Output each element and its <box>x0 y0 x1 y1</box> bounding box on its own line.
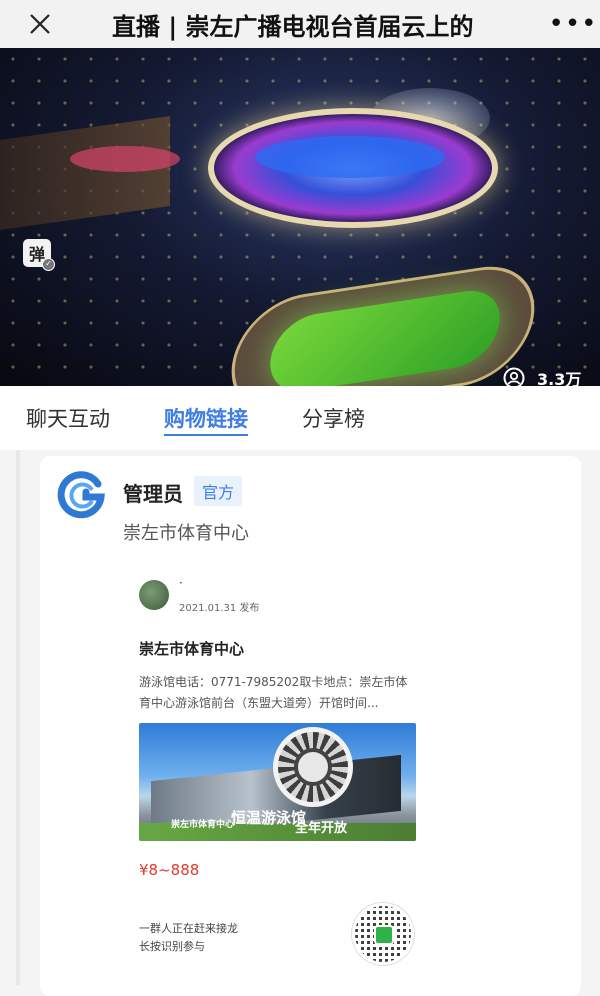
post-image: 崇左市体育中心 恒温游泳馆 全年开放 <box>139 723 416 841</box>
post-date: 2021.01.31 发布 <box>179 603 260 614</box>
stadium-field <box>255 136 445 178</box>
check-icon: ✓ <box>42 258 55 271</box>
post-author-avatar <box>139 580 169 610</box>
tab-chat[interactable]: 聊天互动 <box>26 386 110 450</box>
building-glow <box>70 146 180 172</box>
card-subtitle: 崇左市体育中心 <box>123 523 249 544</box>
tab-chat-label: 聊天互动 <box>26 407 110 431</box>
scroll-track <box>16 450 20 985</box>
top-bar: 直播 | 崇左广播电视台首届云上的 ••• <box>0 0 600 48</box>
tab-bar: 聊天互动 购物链接 分享榜 <box>0 386 600 450</box>
wechat-logo-icon <box>374 925 394 945</box>
admin-avatar-logo-icon <box>57 471 105 519</box>
close-button[interactable] <box>16 0 64 48</box>
more-button[interactable]: ••• <box>546 0 600 48</box>
author-name: 管理员 <box>123 482 183 506</box>
danmu-toggle-button[interactable]: 弹 ✓ <box>23 239 55 271</box>
official-badge: 官方 <box>194 476 243 506</box>
post-title: 崇左市体育中心 <box>139 640 245 658</box>
post-description: 游泳馆电话：0771-7985202取卡地点：崇左市体育中心游泳馆前台（东盟大道… <box>139 675 408 710</box>
viewer-count-value: 3.3万 <box>537 370 582 386</box>
user-circle-icon <box>503 367 525 386</box>
join-prompt: 一群人正在赶来接龙 <box>139 922 238 935</box>
tab-share-ranking[interactable]: 分享榜 <box>302 386 365 450</box>
active-tab-indicator <box>164 434 248 436</box>
close-icon <box>30 14 50 34</box>
tab-shopping[interactable]: 购物链接 <box>164 386 248 450</box>
viewer-count: 3.3万 <box>503 366 581 386</box>
scan-instruction: 长按识别参与 <box>139 940 205 953</box>
live-video-player[interactable]: 弹 ✓ 3.3万 <box>0 48 600 386</box>
page-title: 直播 | 崇左广播电视台首届云上的 <box>112 12 474 41</box>
tab-share-ranking-label: 分享榜 <box>302 407 365 431</box>
image-caption-small: 崇左市体育中心 <box>171 820 235 830</box>
image-caption-side: 全年开放 <box>295 821 348 836</box>
post-author-name: · <box>179 576 183 590</box>
mini-program-qr-code[interactable] <box>352 903 414 965</box>
price-range: ¥8~888 <box>139 861 200 879</box>
shopping-link-card: 管理员 官方 崇左市体育中心 · 2021.01.31 发布 崇左市体育中心 游… <box>40 456 581 996</box>
bronze-drum-medallion <box>273 727 353 807</box>
tab-shopping-label: 购物链接 <box>164 407 248 431</box>
more-icon: ••• <box>548 9 598 39</box>
